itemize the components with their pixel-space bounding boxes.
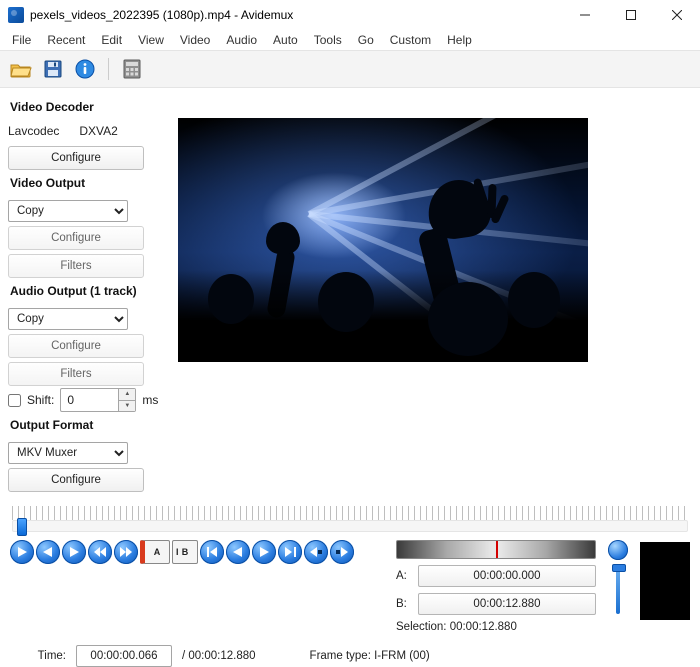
volume-thumb[interactable]: [612, 564, 626, 572]
menu-recent[interactable]: Recent: [39, 33, 93, 47]
shift-up-icon[interactable]: ▲: [119, 389, 135, 401]
label-a: A:: [396, 570, 410, 582]
shift-down-icon[interactable]: ▼: [119, 401, 135, 412]
mark-b-button[interactable]: IB: [172, 540, 198, 564]
audio-output-title: Audio Output (1 track): [10, 284, 168, 298]
info-button[interactable]: [72, 56, 98, 82]
transport: A IB: [10, 540, 354, 564]
output-format-title: Output Format: [10, 418, 168, 432]
audio-output-filters-button[interactable]: Filters: [8, 362, 144, 386]
audio-output-configure-button[interactable]: Configure: [8, 334, 144, 358]
value-a[interactable]: 00:00:00.000: [418, 565, 596, 587]
playhead[interactable]: [17, 518, 27, 536]
shift-checkbox[interactable]: [8, 394, 21, 407]
menu-custom[interactable]: Custom: [382, 33, 439, 47]
maximize-button[interactable]: [608, 0, 654, 30]
save-button[interactable]: [40, 56, 66, 82]
decoder-hw: DXVA2: [79, 124, 117, 138]
video-preview[interactable]: [178, 118, 588, 362]
shift-unit: ms: [142, 393, 158, 407]
preview-thumbnail: [640, 542, 690, 620]
prev-button[interactable]: [36, 540, 60, 564]
timeline-ruler: [12, 506, 688, 520]
goto-end-button[interactable]: [278, 540, 302, 564]
value-b[interactable]: 00:00:12.880: [418, 593, 596, 615]
mark-a-button[interactable]: A: [140, 540, 170, 564]
video-decoder-title: Video Decoder: [10, 100, 168, 114]
time-bar: Time: / 00:00:12.880 Frame type: I-FRM (…: [0, 633, 700, 667]
shift-label: Shift:: [27, 393, 54, 407]
video-output-configure-button[interactable]: Configure: [8, 226, 144, 250]
video-output-title: Video Output: [10, 176, 168, 190]
menu-file[interactable]: File: [4, 33, 39, 47]
decoder-configure-button[interactable]: Configure: [8, 146, 144, 170]
time-total: / 00:00:12.880: [182, 650, 256, 662]
decoder-codec: Lavcodec: [8, 124, 59, 138]
calculator-button[interactable]: [119, 56, 145, 82]
menu-view[interactable]: View: [130, 33, 172, 47]
menubar: File Recent Edit View Video Audio Auto T…: [0, 30, 700, 50]
prev-keyframe-button[interactable]: [88, 540, 112, 564]
output-format-select[interactable]: MKV Muxer: [8, 442, 128, 464]
bottom-bar: A IB A: 00:00:00.000 B: 00:00:12.880 Sel…: [0, 532, 700, 633]
timeline[interactable]: [0, 492, 700, 532]
main: Video Decoder Lavcodec DXVA2 Configure V…: [0, 88, 700, 492]
preview-area: [168, 94, 692, 492]
menu-go[interactable]: Go: [350, 33, 382, 47]
goto-a-button[interactable]: [226, 540, 250, 564]
frame-type: Frame type: I-FRM (00): [310, 650, 430, 662]
window-title: pexels_videos_2022395 (1080p).mp4 - Avid…: [30, 8, 562, 22]
app-icon: [8, 7, 24, 23]
goto-start-button[interactable]: [200, 540, 224, 564]
audio-output-select[interactable]: Copy: [8, 308, 128, 330]
volume-knob[interactable]: [608, 540, 628, 560]
prev-black-frame-button[interactable]: [304, 540, 328, 564]
video-output-select[interactable]: Copy: [8, 200, 128, 222]
toolbar: [0, 50, 700, 88]
label-b: B:: [396, 598, 410, 610]
close-button[interactable]: [654, 0, 700, 30]
play-button[interactable]: [10, 540, 34, 564]
open-button[interactable]: [8, 56, 34, 82]
output-format-configure-button[interactable]: Configure: [8, 468, 144, 492]
time-label: Time:: [10, 650, 66, 662]
menu-video[interactable]: Video: [172, 33, 218, 47]
video-output-filters-button[interactable]: Filters: [8, 254, 144, 278]
next-button[interactable]: [62, 540, 86, 564]
volume-track[interactable]: [616, 564, 620, 614]
ab-panel: A: 00:00:00.000 B: 00:00:12.880 Selectio…: [396, 540, 596, 633]
next-black-frame-button[interactable]: [330, 540, 354, 564]
minimize-button[interactable]: [562, 0, 608, 30]
goto-b-button[interactable]: [252, 540, 276, 564]
next-keyframe-button[interactable]: [114, 540, 138, 564]
selection-label: Selection: 00:00:12.880: [396, 621, 596, 633]
time-current-input[interactable]: [76, 645, 172, 667]
volume-column: [606, 540, 630, 614]
toolbar-separator: [108, 58, 109, 80]
menu-auto[interactable]: Auto: [265, 33, 306, 47]
vu-meter: [396, 540, 596, 559]
timeline-track[interactable]: [12, 520, 688, 532]
shift-value: 0: [67, 393, 74, 407]
shift-spinner[interactable]: 0 ▲ ▼: [60, 388, 136, 412]
titlebar: pexels_videos_2022395 (1080p).mp4 - Avid…: [0, 0, 700, 30]
sidebar: Video Decoder Lavcodec DXVA2 Configure V…: [8, 94, 168, 492]
menu-help[interactable]: Help: [439, 33, 480, 47]
menu-audio[interactable]: Audio: [218, 33, 265, 47]
menu-tools[interactable]: Tools: [306, 33, 350, 47]
menu-edit[interactable]: Edit: [93, 33, 130, 47]
